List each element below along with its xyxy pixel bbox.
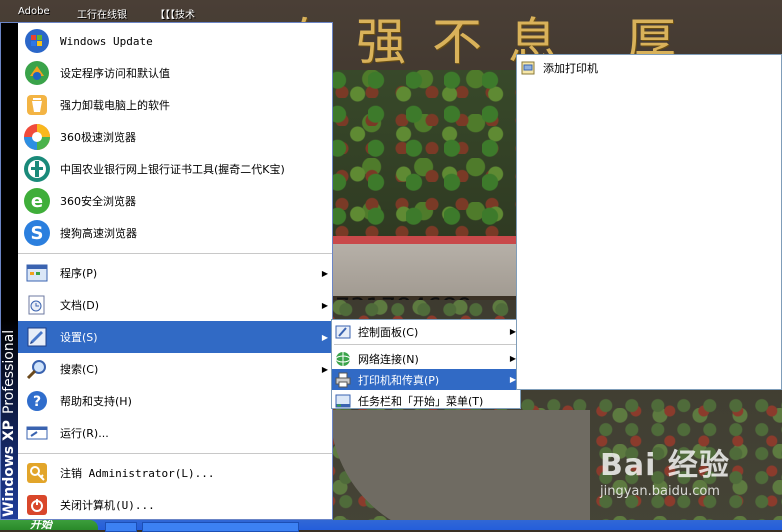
network-icon: [335, 351, 351, 367]
run-icon: [22, 419, 52, 447]
menu-item-label: 关闭计算机(U)...: [60, 499, 155, 512]
menu-item-label: 搜索(C): [60, 363, 99, 376]
360-browser-icon: [22, 123, 52, 151]
menu-item-label: Windows Update: [60, 34, 153, 48]
abc-bank-icon: [22, 155, 52, 183]
programs-icon: [22, 259, 52, 287]
menu-item-abc-bank[interactable]: 中国农业银行网上银行证书工具(握奇二代K宝): [18, 153, 332, 185]
menu-item-help[interactable]: ? 帮助和支持(H): [18, 385, 332, 417]
menu-item-sogou-browser[interactable]: S 搜狗高速浏览器: [18, 217, 332, 249]
side-band-edition: Professional: [1, 329, 17, 414]
program-access-icon: [22, 59, 52, 87]
submenu-item-taskbar[interactable]: 任务栏和「开始」菜单(T): [332, 390, 520, 411]
uninstall-icon: [22, 91, 52, 119]
360-safe-browser-icon: e: [22, 187, 52, 215]
sogou-browser-icon: S: [22, 219, 52, 247]
settings-icon: [22, 323, 52, 351]
baidu-watermark: Bai 经验 jingyan.baidu.com: [600, 440, 730, 499]
documents-icon: [22, 291, 52, 319]
start-menu: Windows XP Professional Windows Update 设定…: [0, 22, 333, 520]
submenu-item-add-printer[interactable]: 添加打印机: [517, 57, 781, 78]
submenu-separator: [334, 344, 518, 345]
windows-logo-icon: [22, 27, 52, 55]
menu-item-search[interactable]: 搜索(C) ▶: [18, 353, 332, 385]
menu-item-uninstall[interactable]: 强力卸载电脑上的软件: [18, 89, 332, 121]
submenu-item-control-panel[interactable]: 控制面板(C) ▶: [332, 321, 520, 342]
menu-item-programs[interactable]: 程序(P) ▶: [18, 257, 332, 289]
submenu-arrow-icon: ▶: [321, 300, 328, 310]
desktop-icon-adobe[interactable]: Adobe: [18, 6, 50, 17]
help-icon: ?: [22, 387, 52, 415]
start-menu-side-band: Windows XP Professional: [1, 23, 18, 519]
menu-item-label: 文档(D): [60, 299, 100, 312]
printer-icon: [335, 372, 351, 388]
taskbar-button[interactable]: [105, 522, 137, 532]
submenu-arrow-icon: ▶: [321, 268, 328, 278]
search-icon: [22, 355, 52, 383]
submenu-item-label: 任务栏和「开始」菜单(T): [358, 394, 484, 408]
submenu-arrow-icon: ▶: [321, 332, 328, 342]
add-printer-icon: [520, 60, 536, 76]
menu-item-shutdown[interactable]: 关闭计算机(U)...: [18, 489, 332, 521]
shutdown-icon: [22, 491, 52, 519]
menu-item-label: 帮助和支持(H): [60, 395, 132, 408]
menu-item-label: 360安全浏览器: [60, 195, 136, 208]
watermark-brand: Bai 经验: [600, 448, 730, 483]
menu-item-label: 设定程序访问和默认值: [60, 67, 170, 80]
menu-item-label: 360极速浏览器: [60, 131, 136, 144]
menu-item-360-safe-browser[interactable]: e 360安全浏览器: [18, 185, 332, 217]
printers-submenu: 添加打印机: [516, 54, 782, 390]
side-band-text: Windows XP Professional: [1, 37, 17, 517]
logoff-icon: [22, 459, 52, 487]
menu-item-label: 设置(S): [60, 331, 98, 344]
menu-item-label: 运行(R)...: [60, 427, 109, 440]
menu-separator: [18, 253, 332, 254]
control-panel-icon: [335, 324, 351, 340]
submenu-item-network[interactable]: 网络连接(N) ▶: [332, 348, 520, 369]
submenu-item-label: 网络连接(N): [358, 352, 419, 366]
menu-item-logoff[interactable]: 注销 Administrator(L)...: [18, 457, 332, 489]
submenu-arrow-icon: ▶: [321, 364, 328, 374]
taskbar-button[interactable]: [142, 522, 299, 532]
menu-item-label: 程序(P): [60, 267, 98, 280]
menu-item-program-access[interactable]: 设定程序访问和默认值: [18, 57, 332, 89]
taskbar: 开始: [0, 520, 782, 532]
submenu-item-label: 添加打印机: [543, 61, 598, 75]
submenu-item-label: 打印机和传真(P): [358, 373, 440, 387]
settings-submenu: 控制面板(C) ▶ 网络连接(N) ▶ 打印机和传真(P) ▶ 任务栏和「开始」…: [331, 319, 521, 409]
submenu-item-label: 控制面板(C): [358, 325, 419, 339]
start-button[interactable]: 开始: [0, 520, 98, 530]
svg-text:?: ?: [33, 394, 41, 410]
menu-item-label: 强力卸载电脑上的软件: [60, 99, 170, 112]
menu-item-run[interactable]: 运行(R)...: [18, 417, 332, 449]
menu-item-label: 注销 Administrator(L)...: [60, 467, 215, 480]
menu-item-windows-update[interactable]: Windows Update: [18, 25, 332, 57]
menu-separator: [18, 453, 332, 454]
side-band-brand: Windows XP: [1, 419, 17, 517]
menu-item-label: 搜狗高速浏览器: [60, 227, 137, 240]
svg-text:S: S: [31, 223, 44, 244]
menu-item-settings[interactable]: 设置(S) ▶: [18, 321, 332, 353]
desktop-icon-tech[interactable]: 【【【技术: [155, 6, 195, 21]
svg-text:e: e: [31, 191, 43, 212]
watermark-url: jingyan.baidu.com: [600, 484, 720, 499]
desktop-icon-icbc[interactable]: 工行在线银: [77, 6, 127, 21]
submenu-item-printers[interactable]: 打印机和传真(P) ▶: [332, 369, 520, 390]
menu-item-360-browser[interactable]: 360极速浏览器: [18, 121, 332, 153]
taskbar-icon: [335, 393, 351, 409]
menu-item-label: 中国农业银行网上银行证书工具(握奇二代K宝): [60, 163, 285, 176]
menu-item-documents[interactable]: 文档(D) ▶: [18, 289, 332, 321]
